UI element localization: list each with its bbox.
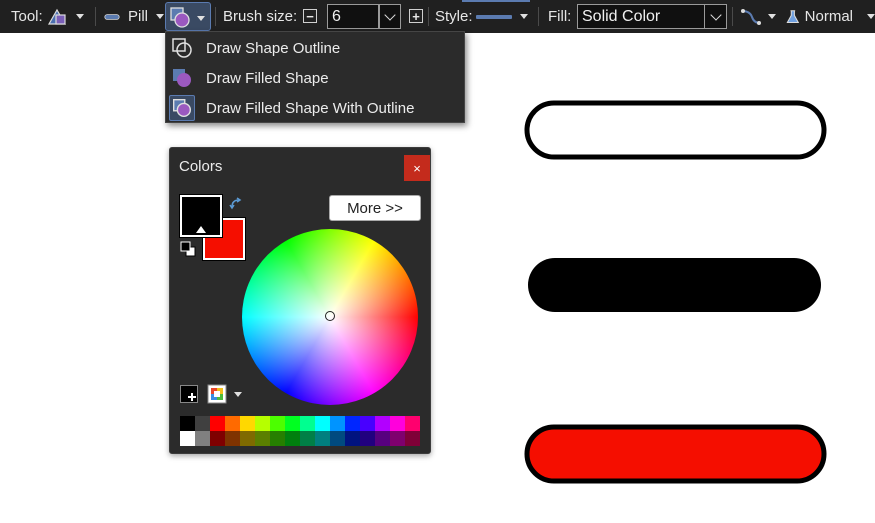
palette-swatch[interactable] bbox=[240, 416, 255, 431]
palette-swatch[interactable] bbox=[330, 416, 345, 431]
color-palette bbox=[180, 416, 420, 446]
draw-mode-menu: Draw Shape Outline Draw Filled Shape Dra… bbox=[165, 31, 465, 123]
pill-filled-shape bbox=[528, 258, 821, 312]
palette-swatch[interactable] bbox=[405, 431, 420, 446]
palette-swatch[interactable] bbox=[315, 431, 330, 446]
palette-swatch[interactable] bbox=[360, 416, 375, 431]
more-button[interactable]: More >> bbox=[329, 195, 421, 221]
tool-label: Tool: bbox=[11, 8, 43, 25]
palette-swatch[interactable] bbox=[270, 431, 285, 446]
fill-type-dropdown[interactable] bbox=[704, 4, 727, 29]
chevron-down-icon bbox=[520, 14, 528, 19]
palette-swatch[interactable] bbox=[240, 431, 255, 446]
palette-swatch[interactable] bbox=[330, 431, 345, 446]
line-style-dropdown[interactable] bbox=[476, 0, 532, 33]
fill-type-value: Solid Color bbox=[582, 7, 661, 25]
brush-size-dropdown[interactable] bbox=[379, 4, 401, 29]
draw-mode-button[interactable] bbox=[165, 2, 211, 31]
line-style-preview bbox=[476, 14, 512, 19]
brush-size-increase-button[interactable]: + bbox=[409, 9, 423, 23]
palette-swatch[interactable] bbox=[195, 431, 210, 446]
palette-swatch[interactable] bbox=[405, 416, 420, 431]
primary-indicator-icon bbox=[196, 226, 206, 233]
palette-icon[interactable] bbox=[207, 384, 227, 404]
menu-item-draw-outline[interactable]: Draw Shape Outline bbox=[166, 33, 464, 63]
palette-swatch[interactable] bbox=[210, 416, 225, 431]
outline-shape-icon bbox=[172, 38, 192, 58]
color-wheel[interactable] bbox=[242, 229, 418, 405]
shapes-icon bbox=[47, 8, 67, 25]
palette-swatch[interactable] bbox=[345, 416, 360, 431]
palette-swatch[interactable] bbox=[390, 416, 405, 431]
chevron-down-icon bbox=[76, 14, 84, 19]
pill-outline-shape bbox=[524, 100, 827, 160]
palette-swatch[interactable] bbox=[285, 431, 300, 446]
palette-swatch[interactable] bbox=[255, 416, 270, 431]
menu-item-label: Draw Filled Shape With Outline bbox=[206, 99, 415, 117]
menu-item-label: Draw Filled Shape bbox=[206, 69, 329, 87]
palette-swatch[interactable] bbox=[225, 416, 240, 431]
shape-type-label: Pill bbox=[127, 8, 148, 25]
pill-shape-icon bbox=[104, 13, 120, 20]
chevron-down-icon bbox=[867, 14, 875, 19]
colors-panel-title: Colors bbox=[179, 158, 223, 175]
brush-size-value: 6 bbox=[332, 7, 341, 25]
menu-item-draw-filled-outline[interactable]: Draw Filled Shape With Outline bbox=[166, 93, 464, 123]
palette-swatch[interactable] bbox=[360, 431, 375, 446]
palette-swatch[interactable] bbox=[195, 416, 210, 431]
shape-type-dropdown[interactable]: Pill bbox=[104, 0, 164, 33]
brush-size-label: Brush size: bbox=[223, 8, 298, 25]
palette-swatch[interactable] bbox=[180, 416, 195, 431]
palette-swatch[interactable] bbox=[315, 416, 330, 431]
fill-label: Fill: bbox=[548, 8, 572, 25]
brush-size-decrease-button[interactable]: − bbox=[303, 9, 317, 23]
reset-colors-icon[interactable] bbox=[180, 241, 196, 257]
toolbar: Tool: Pill Brush size: − 6 + Style: Fill… bbox=[0, 0, 875, 33]
add-color-icon[interactable] bbox=[180, 385, 198, 403]
chevron-down-icon bbox=[197, 16, 205, 21]
filled-outline-shape-icon bbox=[170, 7, 190, 28]
chevron-down-icon bbox=[768, 14, 776, 19]
palette-swatch[interactable] bbox=[180, 431, 195, 446]
chevron-down-icon bbox=[156, 14, 164, 19]
style-label: Style: bbox=[435, 8, 473, 25]
color-wheel-handle[interactable] bbox=[325, 311, 335, 321]
blend-mode-dropdown[interactable]: Normal bbox=[785, 0, 875, 33]
brush-size-input[interactable]: 6 bbox=[327, 4, 379, 29]
pill-filled-outline-shape bbox=[524, 424, 827, 484]
palette-swatch[interactable] bbox=[390, 431, 405, 446]
tool-selector-button[interactable] bbox=[46, 0, 86, 33]
palette-swatch[interactable] bbox=[210, 431, 225, 446]
flask-icon bbox=[786, 9, 800, 23]
chevron-down-icon bbox=[710, 8, 722, 21]
palette-swatch[interactable] bbox=[375, 431, 390, 446]
palette-swatch[interactable] bbox=[375, 416, 390, 431]
palette-swatch[interactable] bbox=[255, 431, 270, 446]
antialiasing-icon bbox=[741, 8, 761, 25]
close-button[interactable]: × bbox=[404, 155, 430, 181]
menu-item-label: Draw Shape Outline bbox=[206, 39, 341, 57]
swap-colors-icon[interactable] bbox=[229, 197, 243, 211]
minus-icon: − bbox=[306, 8, 314, 24]
chevron-down-icon bbox=[384, 8, 396, 21]
palette-swatch[interactable] bbox=[300, 431, 315, 446]
menu-item-draw-filled[interactable]: Draw Filled Shape bbox=[166, 63, 464, 93]
palette-swatch[interactable] bbox=[345, 431, 360, 446]
plus-icon: + bbox=[412, 8, 420, 24]
blend-mode-label: Normal bbox=[804, 8, 853, 25]
antialiasing-dropdown[interactable] bbox=[740, 0, 780, 33]
filled-outline-shape-icon bbox=[169, 95, 195, 121]
palette-swatch[interactable] bbox=[225, 431, 240, 446]
palette-swatch[interactable] bbox=[285, 416, 300, 431]
palette-swatch[interactable] bbox=[300, 416, 315, 431]
filled-shape-icon bbox=[173, 69, 191, 87]
palette-swatch[interactable] bbox=[270, 416, 285, 431]
colors-panel: Colors × More >> bbox=[169, 147, 431, 454]
chevron-down-icon[interactable] bbox=[234, 392, 242, 397]
close-icon: × bbox=[413, 160, 421, 176]
